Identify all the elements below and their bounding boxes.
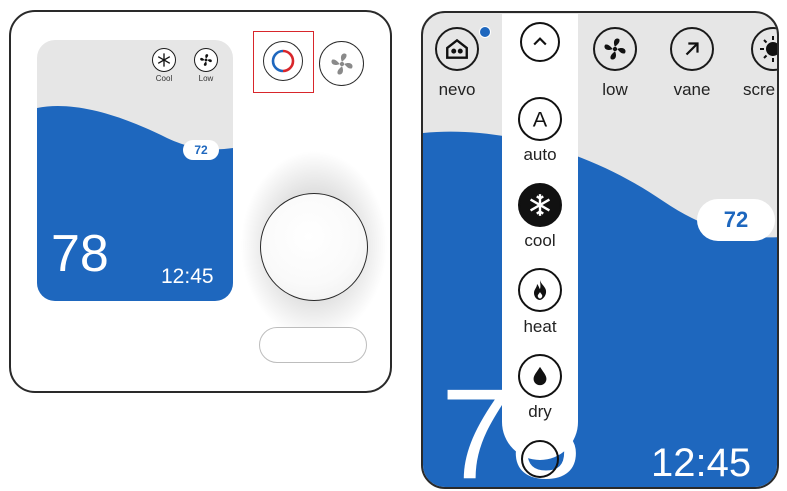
clock-time: 12:45 [651, 441, 752, 485]
chevron-up-icon[interactable] [520, 22, 560, 62]
setpoint-badge[interactable]: 72 [697, 199, 775, 241]
home-icon[interactable] [435, 27, 479, 71]
zoomed-screen: nevo low vane scre 72 78 12:45 [421, 11, 779, 489]
pill-button[interactable] [259, 327, 367, 363]
mode-label-cool: cool [524, 231, 556, 250]
auto-a-icon: A [533, 107, 548, 132]
fan-icon[interactable] [593, 27, 637, 71]
mode-button[interactable] [263, 41, 303, 81]
clock-time: 12:45 [161, 265, 214, 288]
mode-label-heat: heat [523, 317, 557, 336]
next-mode-icon[interactable] [521, 440, 559, 478]
mode-auto-button[interactable]: A [518, 97, 562, 141]
mode-dry-button[interactable] [518, 354, 562, 398]
top-label-screen: scre [743, 80, 776, 99]
mode-label-auto: auto [523, 145, 557, 164]
top-label-nevo: nevo [438, 80, 476, 99]
snowflake-icon [152, 48, 176, 72]
mode-ring-icon [271, 49, 295, 73]
snowflake-icon [529, 194, 551, 216]
fan-button[interactable] [319, 41, 364, 86]
notification-dot [479, 26, 491, 38]
flame-icon [534, 280, 547, 300]
top-label-vane: vane [673, 80, 711, 99]
temperature-dial[interactable] [260, 193, 368, 301]
mode-cool-button[interactable] [518, 183, 562, 227]
mode-heat-button[interactable] [518, 268, 562, 312]
setpoint-badge[interactable]: 72 [183, 140, 219, 160]
fan-speed-label: Low [198, 74, 214, 83]
vane-arrow-icon[interactable] [670, 27, 714, 71]
mode-label: Cool [155, 74, 173, 83]
mode-label-dry: dry [528, 402, 552, 421]
current-temperature: 78 [51, 225, 109, 283]
top-label-low: low [602, 80, 628, 99]
svg-text:A: A [533, 107, 548, 132]
mode-menu: A auto cool heat dry [502, 14, 578, 478]
thermostat-screen[interactable]: Cool Low 72 78 12:45 [37, 40, 233, 301]
fan-icon [194, 48, 218, 72]
fan-icon [330, 52, 353, 75]
droplet-icon [533, 366, 547, 386]
